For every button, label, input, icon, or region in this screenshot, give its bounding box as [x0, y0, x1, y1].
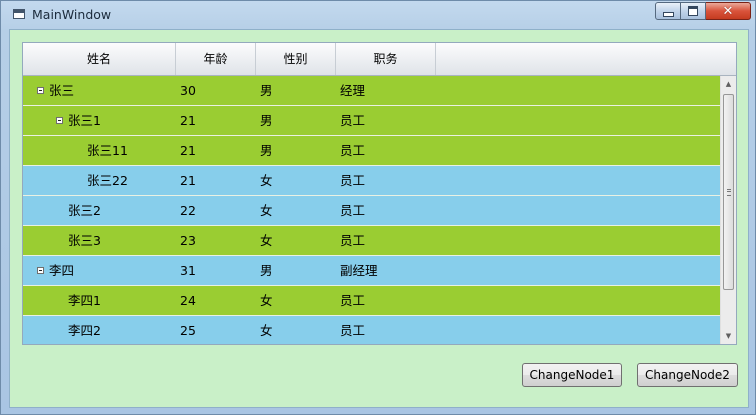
- cell-name: 张三: [23, 76, 176, 105]
- change-node1-button[interactable]: ChangeNode1: [522, 363, 622, 387]
- window-title: MainWindow: [32, 7, 112, 22]
- cell-sex: 男: [260, 113, 273, 128]
- column-header-job[interactable]: 职务: [336, 43, 436, 75]
- node-name: 张三3: [68, 233, 101, 248]
- tree-row[interactable]: 张三22 21 女 员工: [23, 166, 720, 196]
- maximize-button[interactable]: [681, 2, 706, 20]
- cell-job: 经理: [340, 83, 366, 98]
- maximize-icon: [688, 6, 698, 16]
- client-area: 姓名 年龄 性别 职务 张三 30 男经理 张三1 21 男员工 张三11 21 男员工 张三22…: [9, 29, 749, 408]
- tree-row[interactable]: 张三 30 男 经理: [23, 76, 720, 106]
- node-name: 张三11: [87, 143, 128, 158]
- window-icon: [13, 9, 25, 19]
- close-button[interactable]: ✕: [706, 2, 751, 20]
- cell-age: 22: [180, 203, 196, 218]
- cell-name: 张三3: [23, 226, 176, 255]
- tree-row[interactable]: 张三2 22 女 员工: [23, 196, 720, 226]
- cell-sex: 女: [260, 323, 273, 338]
- minimize-button[interactable]: [655, 2, 681, 20]
- cell-sex: 女: [260, 293, 273, 308]
- cell-age: 25: [180, 323, 196, 338]
- grip-icon: [727, 189, 731, 196]
- scroll-up-icon[interactable]: ▲: [721, 76, 736, 92]
- column-header-age[interactable]: 年龄: [176, 43, 256, 75]
- tree-row[interactable]: 李四 31 男 副经理: [23, 256, 720, 286]
- caption-buttons: ✕: [655, 2, 751, 21]
- column-header-filler: [436, 43, 736, 75]
- cell-sex: 男: [260, 143, 273, 158]
- cell-name: 张三22: [23, 166, 176, 195]
- node-name: 张三1: [68, 113, 101, 128]
- cell-sex: 男: [260, 83, 273, 98]
- cell-name: 张三11: [23, 136, 176, 165]
- cell-name: 张三1: [23, 106, 176, 135]
- minimize-icon: [662, 11, 674, 17]
- column-header: 姓名 年龄 性别 职务: [23, 43, 736, 76]
- collapse-icon[interactable]: [37, 87, 44, 94]
- tree-row[interactable]: 李四2 25 女 员工: [23, 316, 720, 344]
- tree-row[interactable]: 张三1 21 男 员工: [23, 106, 720, 136]
- vertical-scrollbar[interactable]: ▲ ▼: [720, 76, 736, 344]
- cell-sex: 男: [260, 263, 273, 278]
- cell-name: 李四2: [23, 316, 176, 344]
- close-icon: ✕: [722, 3, 734, 19]
- cell-age: 21: [180, 143, 196, 158]
- cell-name: 李四: [23, 256, 176, 285]
- node-name: 李四1: [68, 293, 101, 308]
- change-node2-button[interactable]: ChangeNode2: [637, 363, 738, 387]
- cell-job: 员工: [340, 233, 366, 248]
- collapse-icon[interactable]: [37, 267, 44, 274]
- cell-job: 副经理: [340, 263, 378, 278]
- tree-row[interactable]: 李四1 24 女 员工: [23, 286, 720, 316]
- node-name: 李四2: [68, 323, 101, 338]
- cell-name: 李四1: [23, 286, 176, 315]
- cell-age: 23: [180, 233, 196, 248]
- scroll-down-icon[interactable]: ▼: [721, 328, 736, 344]
- node-name: 张三2: [68, 203, 101, 218]
- cell-age: 21: [180, 173, 196, 188]
- cell-job: 员工: [340, 293, 366, 308]
- node-name: 张三22: [87, 173, 128, 188]
- cell-job: 员工: [340, 173, 366, 188]
- column-header-sex[interactable]: 性别: [256, 43, 336, 75]
- tree-row[interactable]: 张三3 23 女 员工: [23, 226, 720, 256]
- column-header-name[interactable]: 姓名: [23, 43, 176, 75]
- tree-rows: 张三 30 男经理 张三1 21 男员工 张三11 21 男员工 张三22 21 女员工 张三2 22 女员…: [23, 76, 720, 344]
- scrollbar-thumb[interactable]: [723, 94, 734, 290]
- cell-job: 员工: [340, 113, 366, 128]
- cell-age: 30: [180, 83, 196, 98]
- cell-age: 31: [180, 263, 196, 278]
- cell-job: 员工: [340, 203, 366, 218]
- main-window: MainWindow ✕ 姓名 年龄 性别 职务 张三 30 男经理 张三1 21 男员工…: [0, 0, 756, 415]
- node-name: 李四: [49, 263, 75, 278]
- cell-job: 员工: [340, 143, 366, 158]
- cell-job: 员工: [340, 323, 366, 338]
- cell-sex: 女: [260, 233, 273, 248]
- tree-row[interactable]: 张三11 21 男 员工: [23, 136, 720, 166]
- tree-list-view[interactable]: 姓名 年龄 性别 职务 张三 30 男经理 张三1 21 男员工 张三11 21 男员工 张三22…: [22, 42, 737, 345]
- cell-age: 21: [180, 113, 196, 128]
- cell-name: 张三2: [23, 196, 176, 225]
- collapse-icon[interactable]: [56, 117, 63, 124]
- cell-sex: 女: [260, 173, 273, 188]
- node-name: 张三: [49, 83, 75, 98]
- cell-age: 24: [180, 293, 196, 308]
- cell-sex: 女: [260, 203, 273, 218]
- title-bar[interactable]: MainWindow ✕: [1, 1, 756, 29]
